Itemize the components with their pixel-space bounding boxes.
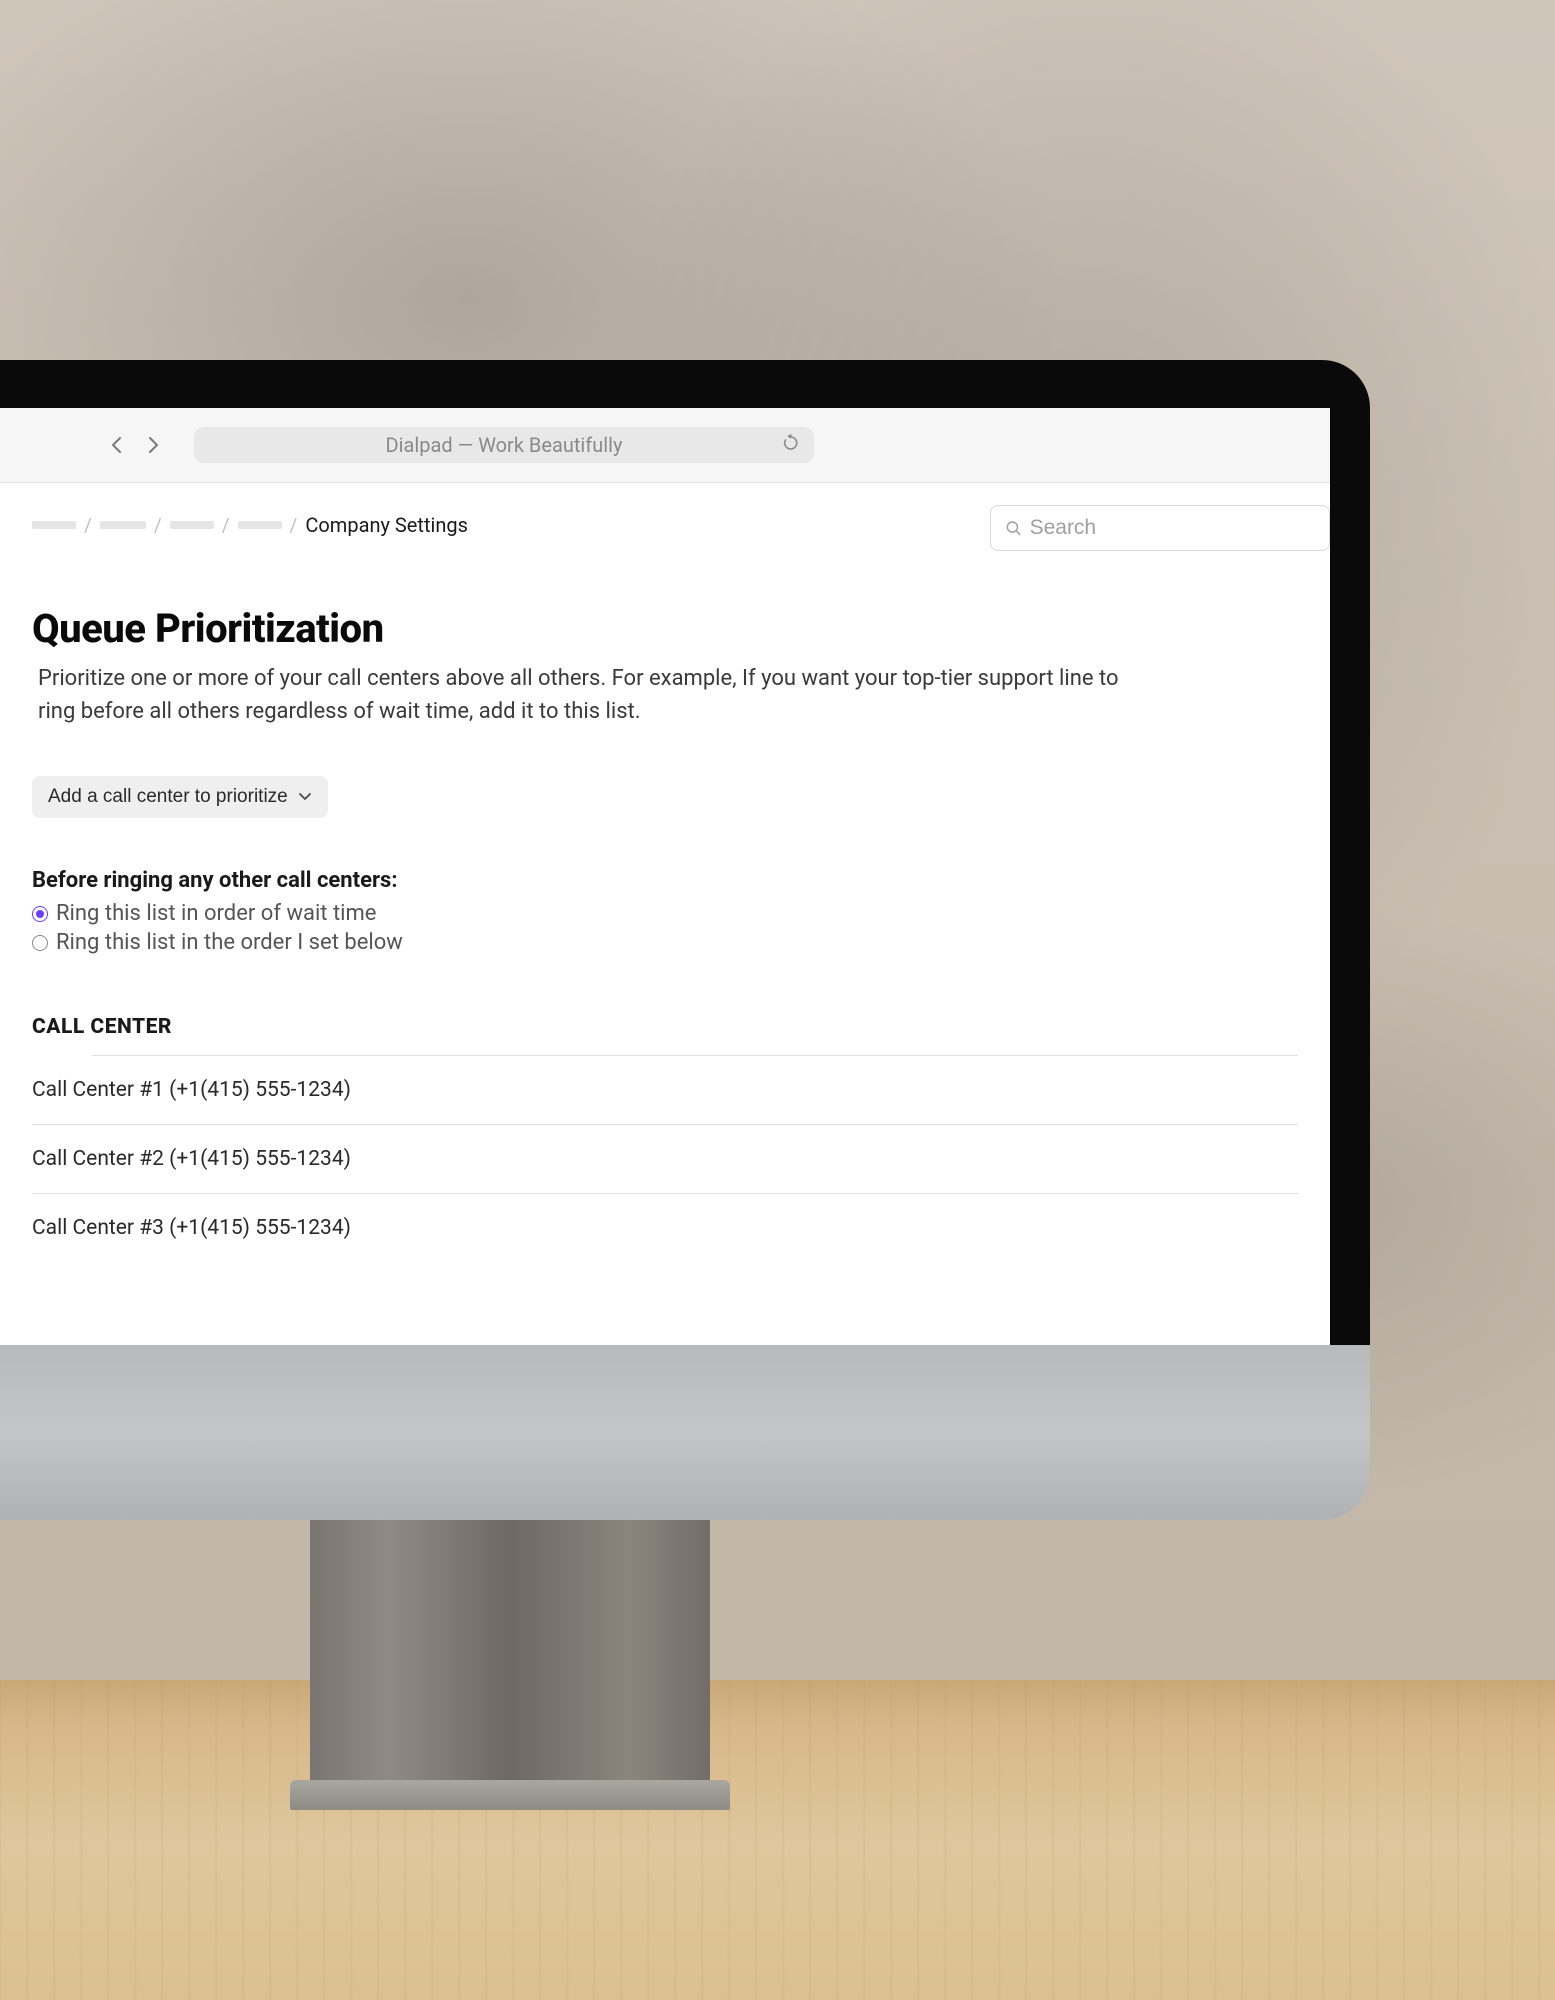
breadcrumb-item-placeholder[interactable] — [32, 521, 76, 529]
page-description: Prioritize one or more of your call cent… — [32, 662, 1132, 728]
chevron-down-icon — [298, 792, 312, 802]
breadcrumb-separator: / — [84, 514, 92, 537]
radio-section: Before ringing any other call centers: R… — [32, 868, 1298, 955]
address-text: Dialpad — Work Beautifully — [386, 433, 623, 457]
radio-heading: Before ringing any other call centers: — [32, 868, 1298, 893]
radio-option-wait-time[interactable]: Ring this list in order of wait time — [32, 901, 1298, 926]
radio-input-checked[interactable] — [32, 906, 48, 922]
address-bar[interactable]: Dialpad — Work Beautifully — [194, 427, 814, 463]
monitor-stand-base — [290, 1780, 730, 1810]
radio-label: Ring this list in order of wait time — [56, 901, 376, 926]
call-center-table: CALL CENTER Call Center #1 (+1(415) 555-… — [32, 1015, 1298, 1262]
nav-buttons — [108, 436, 162, 454]
breadcrumb-separator: / — [222, 514, 230, 537]
breadcrumb-separator: / — [290, 514, 298, 537]
monitor-stand — [310, 1500, 710, 1790]
radio-input-unchecked[interactable] — [32, 935, 48, 951]
screen: Dialpad — Work Beautifully / / / / Compa… — [0, 408, 1330, 1345]
monitor-chin — [0, 1345, 1370, 1520]
breadcrumb-item-placeholder[interactable] — [100, 521, 146, 529]
search-icon — [1005, 519, 1022, 537]
page-title: Queue Prioritization — [32, 605, 1298, 652]
add-call-center-dropdown[interactable]: Add a call center to prioritize — [32, 776, 328, 818]
table-row[interactable]: Call Center #3 (+1(415) 555-1234) — [32, 1194, 1298, 1262]
chevron-left-icon — [111, 436, 123, 454]
table-row[interactable]: Call Center #1 (+1(415) 555-1234) — [32, 1056, 1298, 1125]
monitor-frame: Dialpad — Work Beautifully / / / / Compa… — [0, 360, 1370, 1345]
page-content: / / / / Company Settings Queue Prioritiz… — [0, 483, 1330, 1292]
table-header: CALL CENTER — [32, 1015, 1298, 1055]
refresh-button[interactable] — [782, 434, 800, 456]
refresh-icon — [782, 434, 800, 452]
radio-label: Ring this list in the order I set below — [56, 930, 403, 955]
dropdown-label: Add a call center to prioritize — [48, 786, 288, 808]
breadcrumb-current: Company Settings — [305, 513, 468, 537]
breadcrumb-item-placeholder[interactable] — [238, 521, 282, 529]
search-input[interactable] — [1030, 516, 1315, 540]
back-button[interactable] — [108, 436, 126, 454]
search-box[interactable] — [990, 505, 1330, 551]
chevron-right-icon — [147, 436, 159, 454]
browser-toolbar: Dialpad — Work Beautifully — [0, 408, 1330, 483]
radio-option-custom-order[interactable]: Ring this list in the order I set below — [32, 930, 1298, 955]
breadcrumb-item-placeholder[interactable] — [170, 521, 214, 529]
desk-surface — [0, 1680, 1555, 2000]
breadcrumb-separator: / — [154, 514, 162, 537]
table-row[interactable]: Call Center #2 (+1(415) 555-1234) — [32, 1125, 1298, 1194]
forward-button[interactable] — [144, 436, 162, 454]
